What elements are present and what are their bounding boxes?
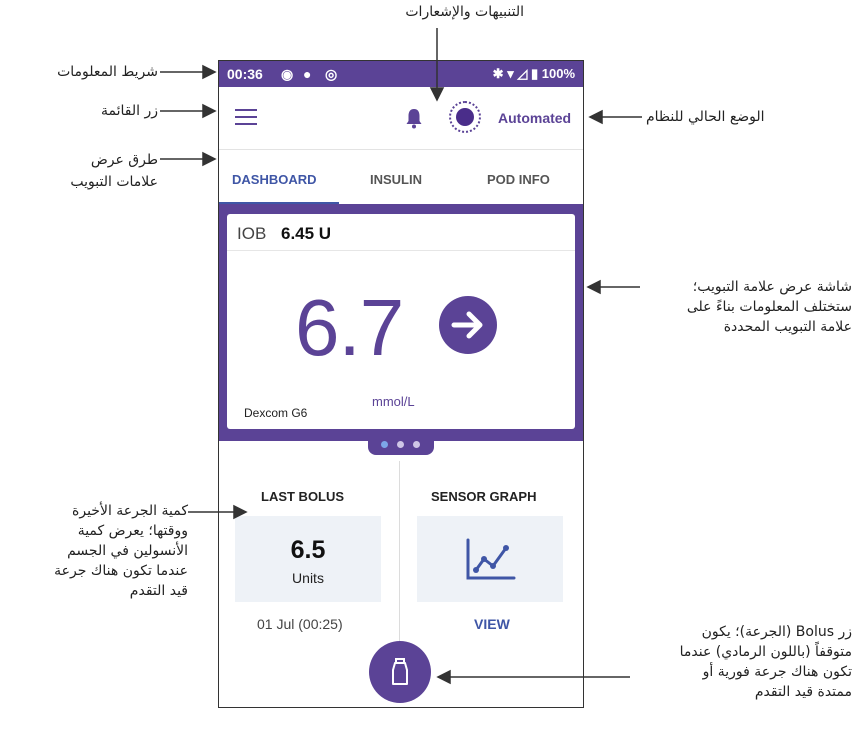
callout-tab-views-2: علامات التبويب xyxy=(70,174,158,190)
callout-menu-button: زر القائمة xyxy=(101,103,158,119)
callout-tab-views-1: طرق عرض xyxy=(90,152,158,168)
callout-last-bolus: كمية الجرعة الأخيرة ووقتها؛ يعرض كمية ال… xyxy=(54,503,188,599)
callout-notifications: التنبيهات والإشعارات xyxy=(405,4,524,20)
callout-status-bar: شريط المعلومات xyxy=(57,64,158,80)
callout-current-mode: الوضع الحالي للنظام xyxy=(646,109,765,125)
callout-bolus-button: زر Bolus (الجرعة)؛ يكون متوقفاً (باللون … xyxy=(679,624,852,700)
callout-tab-screen: شاشة عرض علامة التبويب؛ ستختلف المعلومات… xyxy=(686,279,852,335)
